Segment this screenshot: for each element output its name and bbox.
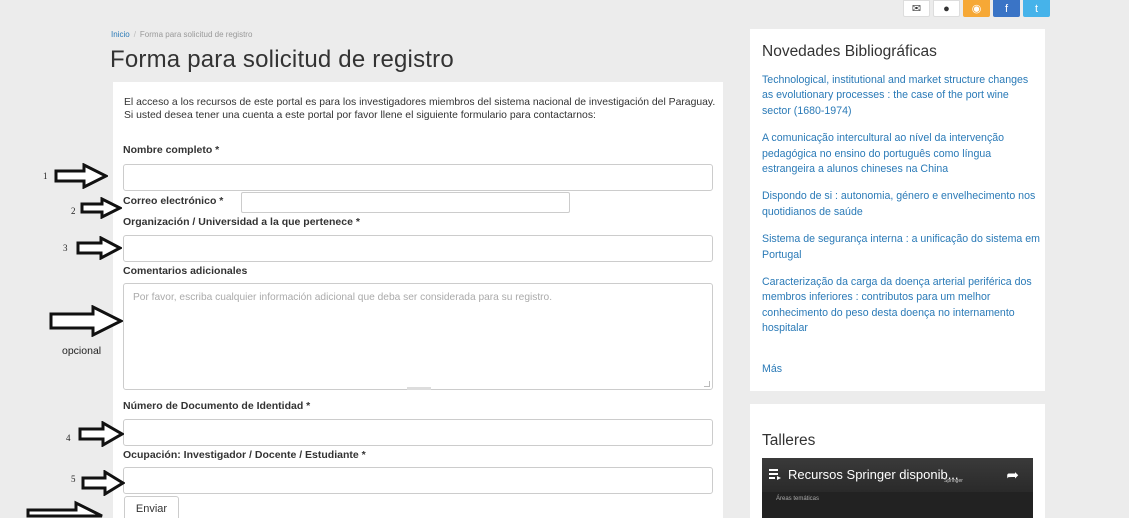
page-title: Forma para solicitud de registro	[110, 46, 454, 73]
textarea-grip	[407, 387, 431, 390]
video-player[interactable]: Recursos Springer disponib... ➦ Springer…	[762, 458, 1033, 518]
annotation-arrow-3-icon	[76, 236, 122, 260]
annotation-opcional: opcional	[62, 345, 102, 357]
organizacion-label: Organización / Universidad a la que pert…	[123, 216, 360, 228]
news-item[interactable]: Dispondo de si : autonomia, género e env…	[762, 189, 1040, 220]
mas-link[interactable]: Más	[762, 363, 782, 375]
news-item[interactable]: Technological, institutional and market …	[762, 73, 1040, 119]
twitter-icon[interactable]: t	[1023, 0, 1050, 17]
breadcrumb-current: Forma para solicitud de registro	[139, 30, 253, 39]
annotation-arrow-6-icon	[26, 500, 103, 518]
talleres-panel: Talleres Recursos Springer disponib... ➦…	[750, 404, 1045, 518]
rss-icon[interactable]: ◉	[963, 0, 990, 17]
video-subtitle: Áreas temáticas	[776, 496, 820, 502]
breadcrumb-home-link[interactable]: Inicio	[111, 30, 130, 39]
novedades-title: Novedades Bibliográficas	[762, 43, 937, 60]
social-icons: ✉ ● ◉ f t	[903, 0, 1050, 17]
comentarios-textarea[interactable]: Por favor, escriba cualquier información…	[123, 283, 713, 390]
nombre-input[interactable]	[123, 164, 713, 191]
playlist-icon[interactable]	[768, 467, 782, 481]
registration-form: El acceso a los recursos de este portal …	[113, 82, 723, 518]
annotation-arrow-5-icon	[81, 470, 125, 496]
enviar-button[interactable]: Enviar	[124, 496, 179, 518]
comentarios-placeholder: Por favor, escriba cualquier información…	[133, 292, 553, 303]
github-icon[interactable]: ●	[933, 0, 960, 17]
correo-input[interactable]	[241, 192, 570, 213]
facebook-icon[interactable]: f	[993, 0, 1020, 17]
annotation-number-2: 2	[71, 206, 76, 216]
annotation-number-1: 1	[43, 171, 48, 181]
ocupacion-label: Ocupación: Investigador / Docente / Estu…	[123, 449, 366, 461]
annotation-number-3: 3	[63, 243, 68, 253]
resize-handle[interactable]	[704, 381, 710, 387]
news-item[interactable]: A comunicação intercultural ao nível da …	[762, 131, 1040, 177]
organizacion-input[interactable]	[123, 235, 713, 262]
annotation-arrow-opcional-icon	[49, 305, 123, 337]
documento-input[interactable]	[123, 419, 713, 446]
nombre-label: Nombre completo *	[123, 144, 220, 156]
breadcrumb: Inicio / Forma para solicitud de registro	[111, 30, 252, 39]
annotation-number-4: 4	[66, 433, 71, 443]
breadcrumb-separator: /	[133, 30, 136, 39]
video-brand: Springer	[944, 478, 963, 484]
novedades-list: Technological, institutional and market …	[762, 73, 1040, 349]
news-item[interactable]: Sistema de segurança interna : a unifica…	[762, 232, 1040, 263]
form-intro-text: El acceso a los recursos de este portal …	[124, 97, 716, 121]
video-title[interactable]: Recursos Springer disponib...	[788, 467, 959, 482]
novedades-panel: Novedades Bibliográficas Technological, …	[750, 29, 1045, 391]
share-icon[interactable]: ➦	[1006, 466, 1019, 484]
documento-label: Número de Documento de Identidad *	[123, 400, 311, 412]
ocupacion-input[interactable]	[123, 467, 713, 494]
talleres-title: Talleres	[762, 432, 816, 449]
annotation-arrow-1-icon	[54, 163, 108, 189]
page: ✉ ● ◉ f t Inicio / Forma para solicitud de…	[0, 0, 1129, 518]
annotation-arrow-4-icon	[78, 421, 124, 447]
news-item[interactable]: Caracterização da carga da doença arteri…	[762, 275, 1040, 337]
email-icon[interactable]: ✉	[903, 0, 930, 17]
comentarios-label: Comentarios adicionales	[123, 265, 248, 277]
annotation-number-5: 5	[71, 474, 76, 484]
correo-label: Correo electrónico *	[123, 195, 224, 207]
annotation-arrow-2-icon	[80, 197, 122, 219]
